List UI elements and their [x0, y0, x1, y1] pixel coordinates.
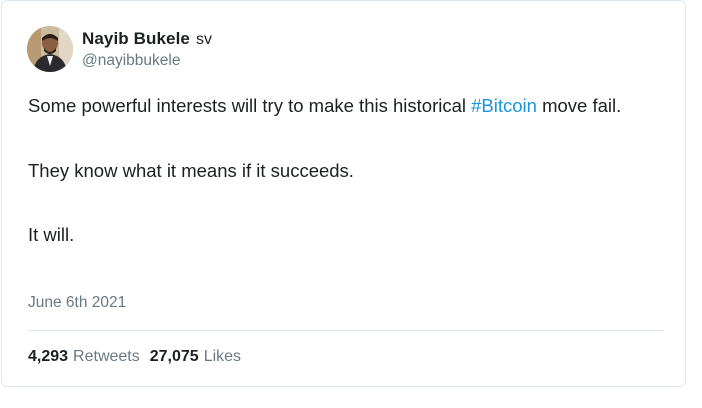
text-segment: Some powerful interests will try to make… [28, 95, 472, 116]
likes-stat[interactable]: 27,075 Likes [150, 348, 241, 366]
retweets-count: 4,293 [28, 348, 69, 365]
hashtag-link[interactable]: #Bitcoin [471, 95, 537, 116]
avatar[interactable] [27, 26, 73, 72]
tweet-paragraph-3: It will. [28, 224, 75, 245]
tweet-paragraph-2: They know what it means if it succeeds. [28, 160, 354, 181]
author-info: Nayib Bukele sv @nayibbukele [82, 29, 212, 70]
tweet-text: Some powerful interests will try to make… [28, 90, 658, 250]
divider [28, 330, 664, 331]
retweets-stat[interactable]: 4,293 Retweets [28, 348, 140, 366]
text-segment: move fail. [536, 95, 622, 116]
likes-count: 27,075 [149, 348, 199, 365]
retweets-label: Retweets [73, 348, 140, 365]
country-flag: sv [195, 30, 212, 48]
tweet-card: Nayib Bukele sv @nayibbukele Some powerf… [1, 0, 686, 387]
tweet-paragraph-1: Some powerful interests will try to make… [28, 90, 658, 121]
name-row: Nayib Bukele sv [82, 29, 212, 51]
profile-photo-icon [27, 26, 73, 72]
display-name[interactable]: Nayib Bukele [82, 29, 190, 49]
user-handle[interactable]: @nayibbukele [82, 52, 212, 70]
tweet-timestamp[interactable]: June 6th 2021 [28, 294, 126, 312]
tweet-stats: 4,293 Retweets 27,075 Likes [28, 348, 241, 366]
likes-label: Likes [203, 348, 242, 365]
tweet-header: Nayib Bukele sv @nayibbukele [27, 25, 212, 73]
